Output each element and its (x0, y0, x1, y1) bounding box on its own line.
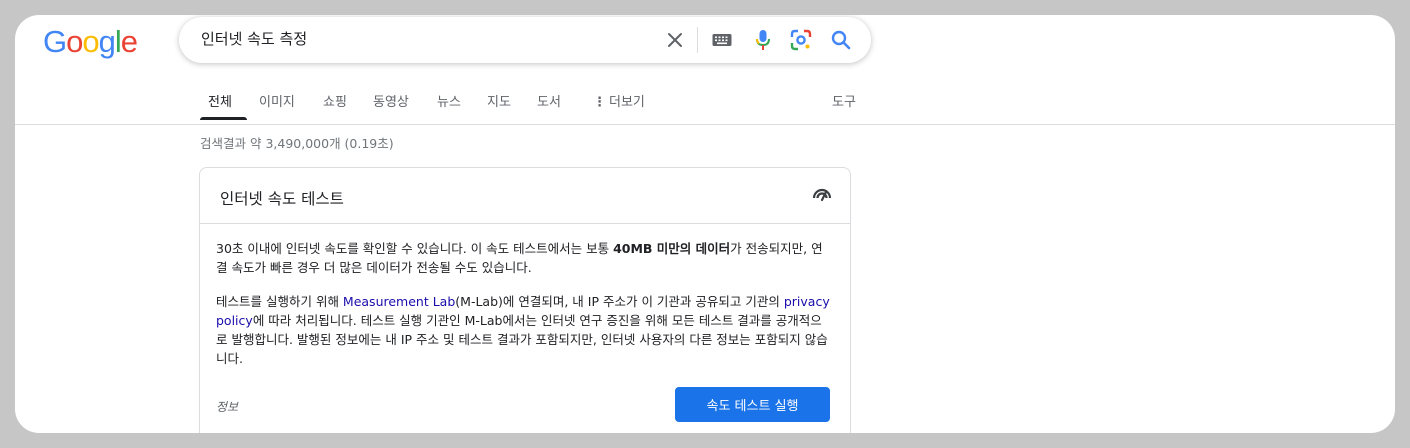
active-tab-indicator (200, 117, 247, 120)
measurement-lab-link[interactable]: Measurement Lab (343, 294, 455, 309)
logo-letter: G (43, 24, 67, 59)
header-divider (15, 124, 1395, 125)
logo-letter: g (98, 24, 116, 59)
search-icon[interactable] (829, 28, 853, 52)
lens-icon[interactable] (789, 28, 813, 52)
logo-letter: o (66, 24, 83, 59)
tab-books[interactable]: 도서 (537, 91, 561, 110)
para2-text: 테스트를 실행하기 위해 (216, 294, 343, 309)
tab-all[interactable]: 전체 (208, 91, 232, 110)
tab-shopping[interactable]: 쇼핑 (323, 91, 347, 110)
speed-test-card: 인터넷 속도 테스트 30초 이내에 인터넷 속도를 확인할 수 있습니다. 이… (199, 167, 851, 433)
para2-text: 에 따라 처리됩니다. 테스트 실행 기관인 M-Lab에서는 인터넷 연구 증… (216, 313, 828, 366)
google-logo[interactable]: Google (43, 24, 138, 60)
keyboard-icon[interactable] (710, 28, 734, 52)
logo-letter: o (82, 24, 99, 59)
search-divider (697, 27, 698, 53)
result-stats: 검색결과 약 3,490,000개 (0.19초) (200, 136, 394, 151)
tab-maps[interactable]: 지도 (487, 91, 511, 110)
logo-letter: e (120, 24, 138, 59)
para1-text: 30초 이내에 인터넷 속도를 확인할 수 있습니다. 이 속도 테스트에서는 … (216, 241, 614, 256)
tab-news[interactable]: 뉴스 (437, 91, 461, 110)
clear-icon[interactable] (663, 28, 687, 52)
para1-bold: 40MB 미만의 데이터 (613, 241, 731, 256)
speed-gauge-icon (812, 187, 834, 205)
privacy-paragraph: 테스트를 실행하기 위해 Measurement Lab(M-Lab)에 연결되… (216, 292, 832, 368)
tab-images[interactable]: 이미지 (259, 91, 295, 110)
tab-videos[interactable]: 동영상 (373, 91, 409, 110)
info-link[interactable]: 정보 (216, 398, 238, 415)
more-vert-icon: ⋮ (593, 95, 606, 110)
para2-text: (M-Lab)에 연결되며, 내 IP 주소가 이 기관과 공유되고 기관의 (455, 294, 784, 309)
search-box[interactable]: 인터넷 속도 측정 (179, 17, 871, 63)
tools-button[interactable]: 도구 (832, 91, 856, 110)
card-title: 인터넷 속도 테스트 (220, 190, 344, 208)
search-input[interactable]: 인터넷 속도 측정 (201, 29, 307, 49)
microphone-icon[interactable] (751, 28, 775, 52)
description-paragraph: 30초 이내에 인터넷 속도를 확인할 수 있습니다. 이 속도 테스트에서는 … (216, 239, 832, 277)
tab-more[interactable]: ⋮ 더보기 (593, 91, 645, 110)
browser-window: Google 인터넷 속도 측정 전체 이미지 쇼핑 동영상 뉴스 지도 도서 … (15, 15, 1395, 433)
run-speed-test-button[interactable]: 속도 테스트 실행 (675, 387, 830, 422)
tab-more-label: 더보기 (609, 95, 645, 110)
card-divider (200, 223, 850, 224)
